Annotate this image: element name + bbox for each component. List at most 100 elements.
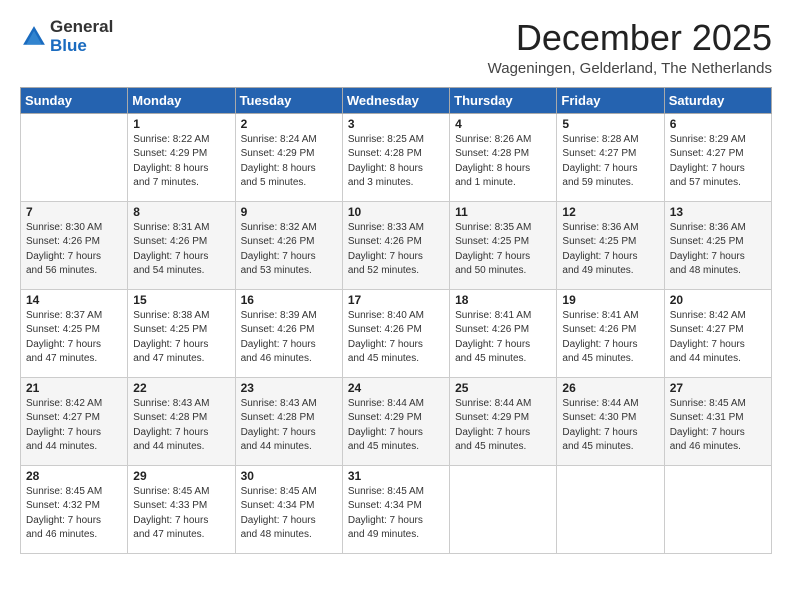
table-row: 25 Sunrise: 8:44 AM Sunset: 4:29 PM Dayli… [450,377,557,465]
day-info: Sunrise: 8:33 AM Sunset: 4:26 PM Dayligh… [348,221,444,279]
calendar-header-row: Sunday Monday Tuesday Wednesday Thursday… [21,87,772,113]
day-number: 4 [455,117,551,131]
table-row: 17 Sunrise: 8:40 AM Sunset: 4:26 PM Dayli… [342,289,449,377]
logo-blue-text: Blue [50,37,113,56]
table-row: 7 Sunrise: 8:30 AM Sunset: 4:26 PM Daylig… [21,201,128,289]
table-row: 26Sunrise: 8:44 AM Sunset: 4:30 PM Dayli… [557,377,664,465]
day-info: Sunrise: 8:42 AM Sunset: 4:27 PM Dayligh… [26,397,122,455]
calendar-week-row: 7 Sunrise: 8:30 AM Sunset: 4:26 PM Daylig… [21,201,772,289]
table-row [557,465,664,553]
day-number: 1 [133,117,229,131]
day-info: Sunrise: 8:45 AM Sunset: 4:34 PM Dayligh… [348,485,444,543]
day-number: 5 [562,117,658,131]
day-info: Sunrise: 8:45 AM Sunset: 4:31 PM Dayligh… [670,397,766,455]
table-row: 13 Sunrise: 8:36 AM Sunset: 4:25 PM Dayli… [664,201,771,289]
table-row: 1Sunrise: 8:22 AM Sunset: 4:29 PM Daylig… [128,113,235,201]
logo: General Blue [20,18,113,55]
table-row: 3Sunrise: 8:25 AM Sunset: 4:28 PM Daylig… [342,113,449,201]
calendar-week-row: 21 Sunrise: 8:42 AM Sunset: 4:27 PM Dayli… [21,377,772,465]
table-row: 8 Sunrise: 8:31 AM Sunset: 4:26 PM Daylig… [128,201,235,289]
day-number: 9 [241,205,337,219]
calendar-week-row: 14 Sunrise: 8:37 AM Sunset: 4:25 PM Dayli… [21,289,772,377]
day-number: 17 [348,293,444,307]
day-number: 26 [562,381,658,395]
day-info: Sunrise: 8:28 AM Sunset: 4:27 PM Dayligh… [562,133,658,191]
col-sunday: Sunday [21,87,128,113]
table-row: 14 Sunrise: 8:37 AM Sunset: 4:25 PM Dayli… [21,289,128,377]
day-number: 28 [26,469,122,483]
table-row: 12Sunrise: 8:36 AM Sunset: 4:25 PM Dayli… [557,201,664,289]
day-number: 31 [348,469,444,483]
day-number: 14 [26,293,122,307]
table-row: 11 Sunrise: 8:35 AM Sunset: 4:25 PM Dayli… [450,201,557,289]
table-row [450,465,557,553]
day-info: Sunrise: 8:41 AM Sunset: 4:26 PM Dayligh… [562,309,658,367]
header: General Blue December 2025 Wageningen, G… [20,18,772,77]
page: General Blue December 2025 Wageningen, G… [0,0,792,612]
table-row: 27 Sunrise: 8:45 AM Sunset: 4:31 PM Dayli… [664,377,771,465]
day-info: Sunrise: 8:44 AM Sunset: 4:29 PM Dayligh… [348,397,444,455]
day-number: 20 [670,293,766,307]
day-info: Sunrise: 8:35 AM Sunset: 4:25 PM Dayligh… [455,221,551,279]
day-info: Sunrise: 8:42 AM Sunset: 4:27 PM Dayligh… [670,309,766,367]
logo-general-text: General [50,18,113,37]
col-friday: Friday [557,87,664,113]
day-info: Sunrise: 8:45 AM Sunset: 4:34 PM Dayligh… [241,485,337,543]
day-info: Sunrise: 8:31 AM Sunset: 4:26 PM Dayligh… [133,221,229,279]
day-number: 19 [562,293,658,307]
day-info: Sunrise: 8:43 AM Sunset: 4:28 PM Dayligh… [133,397,229,455]
day-info: Sunrise: 8:45 AM Sunset: 4:32 PM Dayligh… [26,485,122,543]
day-info: Sunrise: 8:30 AM Sunset: 4:26 PM Dayligh… [26,221,122,279]
day-info: Sunrise: 8:36 AM Sunset: 4:25 PM Dayligh… [562,221,658,279]
day-info: Sunrise: 8:25 AM Sunset: 4:28 PM Dayligh… [348,133,444,191]
day-info: Sunrise: 8:26 AM Sunset: 4:28 PM Dayligh… [455,133,551,191]
table-row: 19 Sunrise: 8:41 AM Sunset: 4:26 PM Dayli… [557,289,664,377]
location: Wageningen, Gelderland, The Netherlands [488,60,772,77]
day-info: Sunrise: 8:24 AM Sunset: 4:29 PM Dayligh… [241,133,337,191]
day-number: 16 [241,293,337,307]
table-row: 9Sunrise: 8:32 AM Sunset: 4:26 PM Daylig… [235,201,342,289]
table-row: 18 Sunrise: 8:41 AM Sunset: 4:26 PM Dayli… [450,289,557,377]
day-info: Sunrise: 8:45 AM Sunset: 4:33 PM Dayligh… [133,485,229,543]
table-row: 30 Sunrise: 8:45 AM Sunset: 4:34 PM Dayli… [235,465,342,553]
day-info: Sunrise: 8:41 AM Sunset: 4:26 PM Dayligh… [455,309,551,367]
day-number: 6 [670,117,766,131]
day-number: 30 [241,469,337,483]
day-number: 21 [26,381,122,395]
day-number: 13 [670,205,766,219]
table-row: 5 Sunrise: 8:28 AM Sunset: 4:27 PM Daylig… [557,113,664,201]
table-row: 21 Sunrise: 8:42 AM Sunset: 4:27 PM Dayli… [21,377,128,465]
day-number: 27 [670,381,766,395]
day-number: 25 [455,381,551,395]
day-number: 8 [133,205,229,219]
table-row: 16 Sunrise: 8:39 AM Sunset: 4:26 PM Dayli… [235,289,342,377]
day-number: 15 [133,293,229,307]
table-row: 15 Sunrise: 8:38 AM Sunset: 4:25 PM Dayli… [128,289,235,377]
day-number: 2 [241,117,337,131]
month-title: December 2025 [488,18,772,58]
day-info: Sunrise: 8:36 AM Sunset: 4:25 PM Dayligh… [670,221,766,279]
table-row: 28 Sunrise: 8:45 AM Sunset: 4:32 PM Dayli… [21,465,128,553]
col-tuesday: Tuesday [235,87,342,113]
day-number: 18 [455,293,551,307]
table-row: 6Sunrise: 8:29 AM Sunset: 4:27 PM Daylig… [664,113,771,201]
logo-text: General Blue [50,18,113,55]
table-row: 10 Sunrise: 8:33 AM Sunset: 4:26 PM Dayli… [342,201,449,289]
day-info: Sunrise: 8:44 AM Sunset: 4:29 PM Dayligh… [455,397,551,455]
day-number: 29 [133,469,229,483]
table-row: 4 Sunrise: 8:26 AM Sunset: 4:28 PM Daylig… [450,113,557,201]
day-number: 10 [348,205,444,219]
calendar-week-row: 1Sunrise: 8:22 AM Sunset: 4:29 PM Daylig… [21,113,772,201]
day-info: Sunrise: 8:39 AM Sunset: 4:26 PM Dayligh… [241,309,337,367]
col-thursday: Thursday [450,87,557,113]
col-saturday: Saturday [664,87,771,113]
table-row: 23Sunrise: 8:43 AM Sunset: 4:28 PM Dayli… [235,377,342,465]
day-number: 7 [26,205,122,219]
day-info: Sunrise: 8:37 AM Sunset: 4:25 PM Dayligh… [26,309,122,367]
calendar-week-row: 28 Sunrise: 8:45 AM Sunset: 4:32 PM Dayli… [21,465,772,553]
day-info: Sunrise: 8:40 AM Sunset: 4:26 PM Dayligh… [348,309,444,367]
day-info: Sunrise: 8:43 AM Sunset: 4:28 PM Dayligh… [241,397,337,455]
day-info: Sunrise: 8:38 AM Sunset: 4:25 PM Dayligh… [133,309,229,367]
col-monday: Monday [128,87,235,113]
day-number: 11 [455,205,551,219]
